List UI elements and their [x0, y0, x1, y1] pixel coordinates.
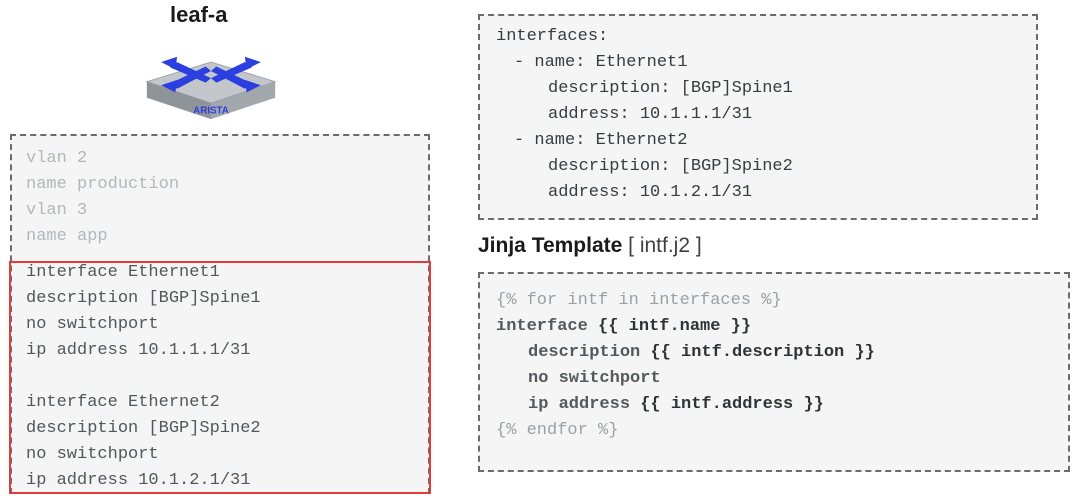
jinja-for-open: {% for intf in interfaces %}	[496, 288, 1052, 314]
arista-switch-icon: ARISTA	[136, 30, 286, 128]
switch-config-box: vlan 2 name production vlan 3 name app i…	[10, 134, 430, 494]
interface-config-block: interface Ethernet1 description [BGP]Spi…	[12, 260, 428, 504]
yaml-item-line: description: [BGP]Spine2	[496, 154, 1020, 180]
jinja-template-heading: Jinja Template [ intf.j2 ]	[478, 234, 702, 258]
jinja-line-ipaddress: ip address {{ intf.address }}	[496, 392, 1052, 418]
jinja-template-box: {% for intf in interfaces %} interface {…	[478, 272, 1070, 472]
yaml-item-line: description: [BGP]Spine1	[496, 76, 1020, 102]
yaml-vars-box: interfaces: - name: Ethernet1 descriptio…	[478, 14, 1038, 220]
switch-vendor-label: ARISTA	[193, 106, 229, 117]
yaml-item-line: - name: Ethernet1	[496, 50, 1020, 76]
jinja-for-close: {% endfor %}	[496, 418, 1052, 444]
leaf-title: leaf-a	[170, 2, 227, 28]
jinja-line-interface: interface {{ intf.name }}	[496, 314, 1052, 340]
yaml-item-line: address: 10.1.1.1/31	[496, 102, 1020, 128]
yaml-item-line: address: 10.1.2.1/31	[496, 180, 1020, 206]
vlan-config-block: vlan 2 name production vlan 3 name app	[12, 136, 428, 254]
jinja-line-noswitchport: no switchport	[496, 366, 1052, 392]
jinja-heading-filename: [ intf.j2 ]	[622, 234, 701, 257]
jinja-line-description: description {{ intf.description }}	[496, 340, 1052, 366]
yaml-item-line: - name: Ethernet2	[496, 128, 1020, 154]
yaml-key: interfaces:	[496, 24, 1020, 50]
jinja-heading-bold: Jinja Template	[478, 234, 622, 257]
